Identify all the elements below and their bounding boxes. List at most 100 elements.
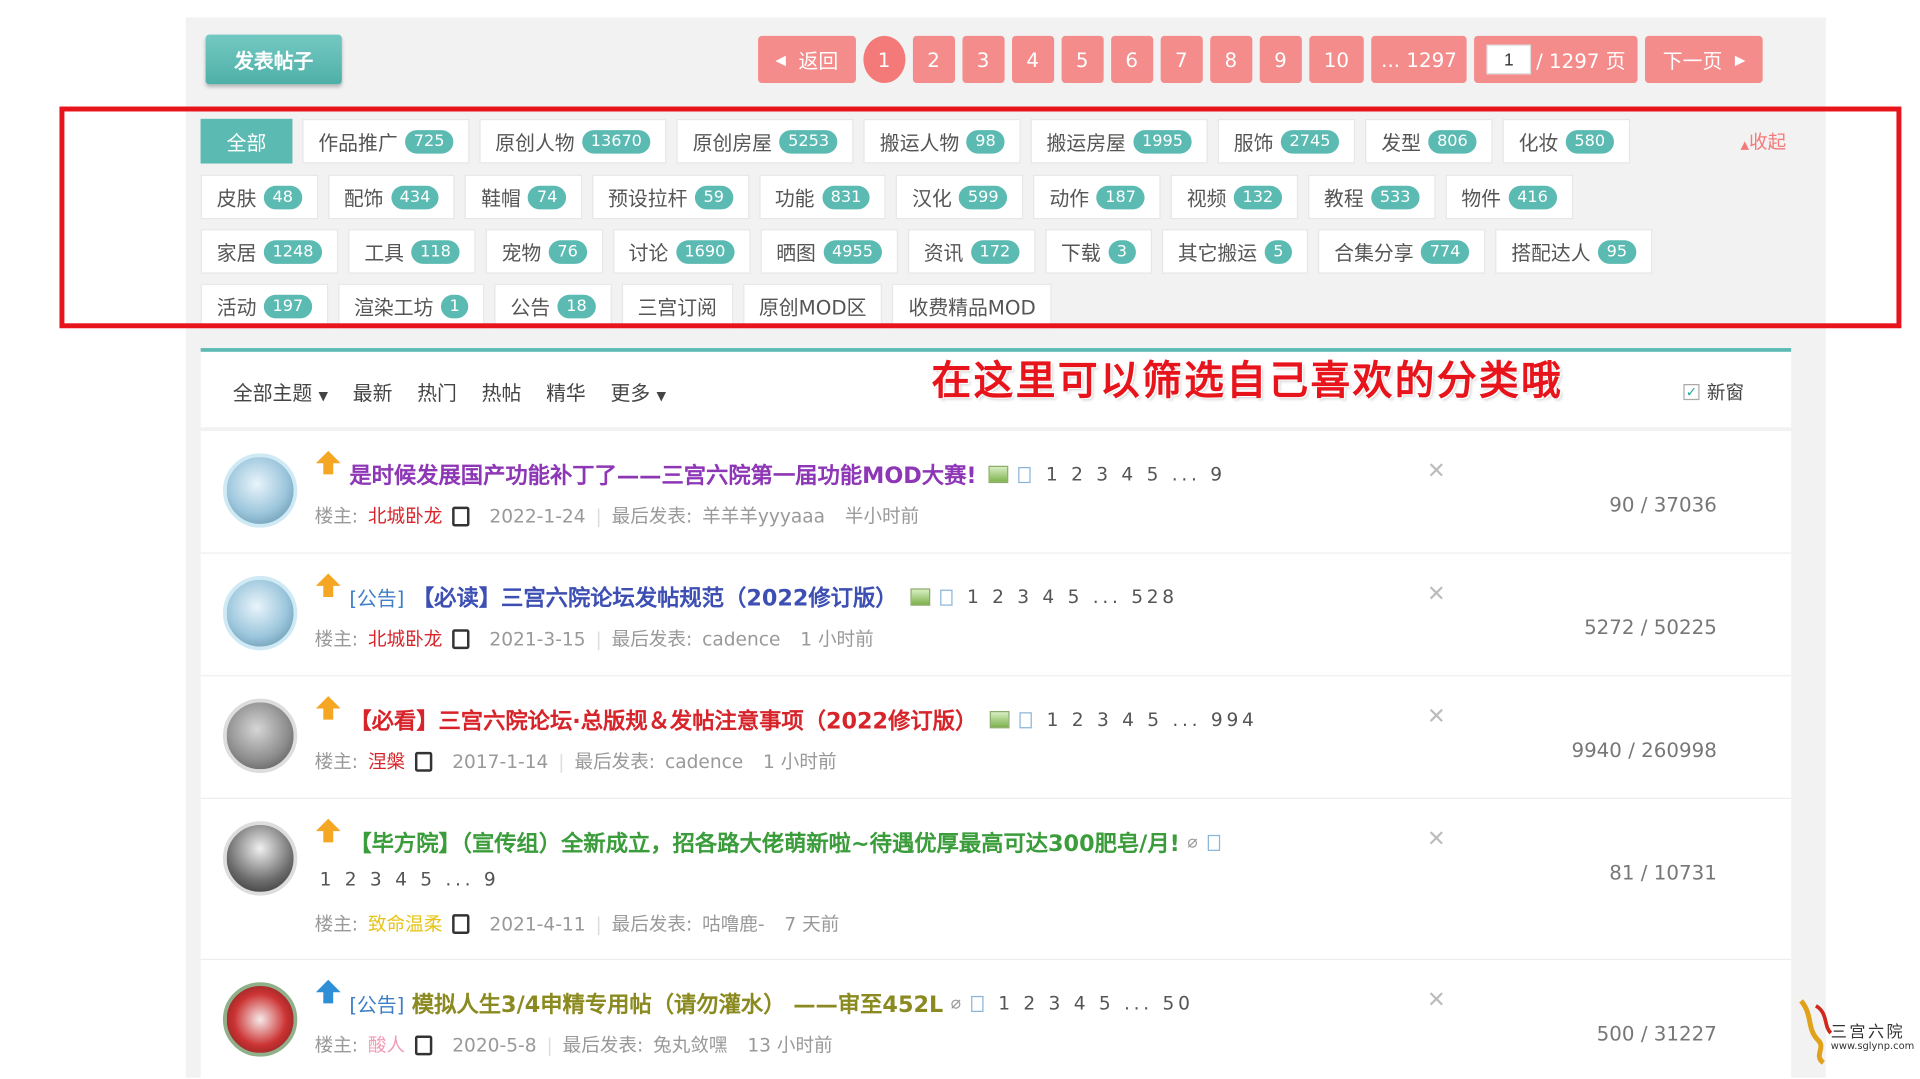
- thread-title-line: 【毕方院】（宣传组）全新成立，招各路大佬萌新啦~待遇优厚最高可达300肥皂/月!…: [349, 826, 1220, 858]
- page-7-button[interactable]: 7: [1160, 35, 1203, 83]
- back-label: 返回: [798, 49, 839, 74]
- divider: |: [558, 750, 565, 773]
- thread-meta: 楼主: 涅槃 2017-1-14 | 最后发表: cadence 1 小时前: [315, 748, 837, 774]
- last-post-label: 最后发表:: [611, 505, 693, 528]
- thread-author[interactable]: 北城卧龙: [368, 626, 442, 652]
- close-icon[interactable]: ✕: [1427, 987, 1446, 1013]
- thread-row: 是时候发展国产功能补丁了——三宫六院第一届功能MOD大赛! 1 2 3 4 5 …: [200, 431, 1792, 554]
- sort-hot-posts[interactable]: 热帖: [482, 377, 522, 407]
- page-9-button[interactable]: 9: [1259, 35, 1302, 83]
- pinned-up-icon: [315, 572, 342, 599]
- back-button[interactable]: ◀ 返回: [758, 35, 856, 83]
- page-10-button[interactable]: 10: [1308, 35, 1364, 83]
- new-window-toggle[interactable]: ✓ 新窗: [1683, 379, 1744, 405]
- avatar[interactable]: [222, 821, 298, 896]
- thread-author[interactable]: 北城卧龙: [368, 503, 442, 529]
- sort-digest[interactable]: 精华: [546, 377, 586, 407]
- pinned-up-icon: [315, 450, 342, 477]
- user-card-icon[interactable]: [415, 1034, 433, 1055]
- new-post-button[interactable]: 发表帖子: [205, 34, 342, 85]
- thread-page-links[interactable]: 1 2 3 4 5 ... 50: [998, 992, 1193, 1014]
- thread-title-link[interactable]: 模拟人生3/4申精专用帖（请勿灌水） ——审至452L: [412, 987, 943, 1019]
- last-post-user[interactable]: cadence: [665, 750, 743, 772]
- close-icon[interactable]: ✕: [1427, 704, 1446, 730]
- sort-hot[interactable]: 热门: [417, 377, 457, 407]
- close-icon[interactable]: ✕: [1427, 826, 1446, 852]
- divider: |: [595, 627, 602, 650]
- thread-page-links[interactable]: 1 2 3 4 5 ... 994: [1047, 709, 1258, 731]
- document-icon: [1018, 466, 1032, 483]
- thread-author[interactable]: 酸人: [368, 1032, 405, 1058]
- pinned-up-icon: [315, 818, 342, 845]
- owner-label: 楼主:: [314, 1034, 359, 1057]
- avatar[interactable]: [222, 575, 298, 651]
- sort-latest[interactable]: 最新: [353, 377, 393, 407]
- last-post-time: 半小时前: [844, 505, 920, 528]
- last-post-user[interactable]: 羊羊羊yyyaaa: [702, 503, 825, 529]
- thread-prefix[interactable]: [公告]: [349, 988, 404, 1018]
- annotation-highlight-frame: [59, 106, 1902, 329]
- caret-down-icon: ▼: [318, 390, 329, 404]
- page-1-button[interactable]: 1: [862, 35, 906, 83]
- thread-page-links[interactable]: 1 2 3 4 5 ... 9: [320, 868, 500, 890]
- thread-date: 2021-4-11: [489, 912, 586, 935]
- avatar[interactable]: [222, 982, 298, 1057]
- thread-title-line: 【必看】三宫六院论坛·总版规＆发帖注意事项（2022修订版） 1 2 3 4 5…: [349, 704, 1257, 736]
- thread-title-link[interactable]: 是时候发展国产功能补丁了——三宫六院第一届功能MOD大赛!: [349, 458, 976, 490]
- caret-down-icon: ▼: [656, 390, 667, 404]
- next-label: 下一页: [1662, 49, 1723, 74]
- document-icon: [970, 995, 984, 1012]
- close-icon[interactable]: ✕: [1427, 581, 1446, 607]
- thread-page-links[interactable]: 1 2 3 4 5 ... 9: [1046, 463, 1226, 485]
- thread-row: 【必看】三宫六院论坛·总版规＆发帖注意事项（2022修订版） 1 2 3 4 5…: [200, 676, 1792, 799]
- last-post-label: 最后发表:: [562, 1034, 644, 1057]
- avatar[interactable]: [222, 453, 298, 528]
- last-post-time: 1 小时前: [800, 628, 874, 651]
- thread-title-link[interactable]: 【必看】三宫六院论坛·总版规＆发帖注意事项（2022修订版）: [349, 704, 977, 736]
- page-jump-input[interactable]: [1486, 44, 1532, 75]
- avatar[interactable]: [222, 698, 298, 773]
- pagination: ◀ 返回 1 2 3 4 5 6 7 8 9 10 ... 1297 / 129…: [758, 35, 1763, 83]
- page-2-button[interactable]: 2: [912, 35, 955, 83]
- last-post-user[interactable]: cadence: [702, 627, 780, 649]
- last-post-label: 最后发表:: [574, 750, 656, 773]
- divider: |: [595, 912, 602, 935]
- last-post-time: 1 小时前: [763, 750, 837, 773]
- last-page-button[interactable]: ... 1297: [1371, 35, 1467, 83]
- pinned-up-icon: [315, 695, 342, 722]
- thread-author[interactable]: 致命温柔: [368, 910, 442, 936]
- checkbox-icon[interactable]: ✓: [1683, 383, 1700, 401]
- user-card-icon[interactable]: [452, 628, 470, 649]
- thread-title-line: 是时候发展国产功能补丁了——三宫六院第一届功能MOD大赛! 1 2 3 4 5 …: [349, 458, 1225, 490]
- page-4-button[interactable]: 4: [1011, 35, 1054, 83]
- thread-title-line: [公告] 【必读】三宫六院论坛发帖规范（2022修订版） 1 2 3 4 5 .…: [349, 581, 1178, 613]
- user-card-icon[interactable]: [452, 506, 470, 526]
- thread-page-links[interactable]: 1 2 3 4 5 ... 528: [967, 586, 1178, 608]
- thread-date: 2021-3-15: [489, 627, 586, 650]
- thread-row: [公告] 【必读】三宫六院论坛发帖规范（2022修订版） 1 2 3 4 5 .…: [200, 554, 1792, 677]
- thread-prefix[interactable]: [公告]: [349, 582, 404, 612]
- reply-view-count: 81 / 10731: [1609, 860, 1717, 885]
- page-3-button[interactable]: 3: [962, 35, 1005, 83]
- user-card-icon[interactable]: [415, 751, 433, 772]
- all-topics-dropdown[interactable]: 全部主题 ▼: [233, 377, 328, 407]
- sort-tabs: 全部主题 ▼ 最新 热门 热帖 精华 更多 ▼: [233, 377, 666, 407]
- reply-view-count: 9940 / 260998: [1571, 738, 1717, 762]
- page-8-button[interactable]: 8: [1209, 35, 1252, 83]
- page-5-button[interactable]: 5: [1061, 35, 1104, 83]
- last-post-user[interactable]: 咕噜鹿-: [702, 910, 764, 936]
- thread-title-link[interactable]: 【毕方院】（宣传组）全新成立，招各路大佬萌新啦~待遇优厚最高可达300肥皂/月!: [349, 826, 1179, 858]
- screenshot-stage: 发表帖子 ◀ 返回 1 2 3 4 5 6 7 8 9 10 ... 1297 …: [0, 0, 1920, 1079]
- close-icon[interactable]: ✕: [1427, 458, 1446, 484]
- next-page-button[interactable]: 下一页 ▶: [1645, 35, 1763, 83]
- paperclip-icon: ⌀: [1187, 832, 1198, 853]
- user-card-icon[interactable]: [452, 913, 470, 934]
- thread-title-link[interactable]: 【必读】三宫六院论坛发帖规范（2022修订版）: [412, 581, 898, 613]
- watermark-name: 三宫六院: [1830, 1023, 1906, 1042]
- more-dropdown[interactable]: 更多 ▼: [611, 377, 667, 407]
- thread-row: [公告] 模拟人生3/4申精专用帖（请勿灌水） ——审至452L ⌀ 1 2 3…: [201, 960, 1791, 1079]
- last-post-user[interactable]: 兔丸敛嘿: [653, 1032, 727, 1058]
- thread-author[interactable]: 涅槃: [368, 748, 405, 774]
- page-6-button[interactable]: 6: [1110, 35, 1153, 83]
- last-post-time: 7 天前: [784, 912, 840, 936]
